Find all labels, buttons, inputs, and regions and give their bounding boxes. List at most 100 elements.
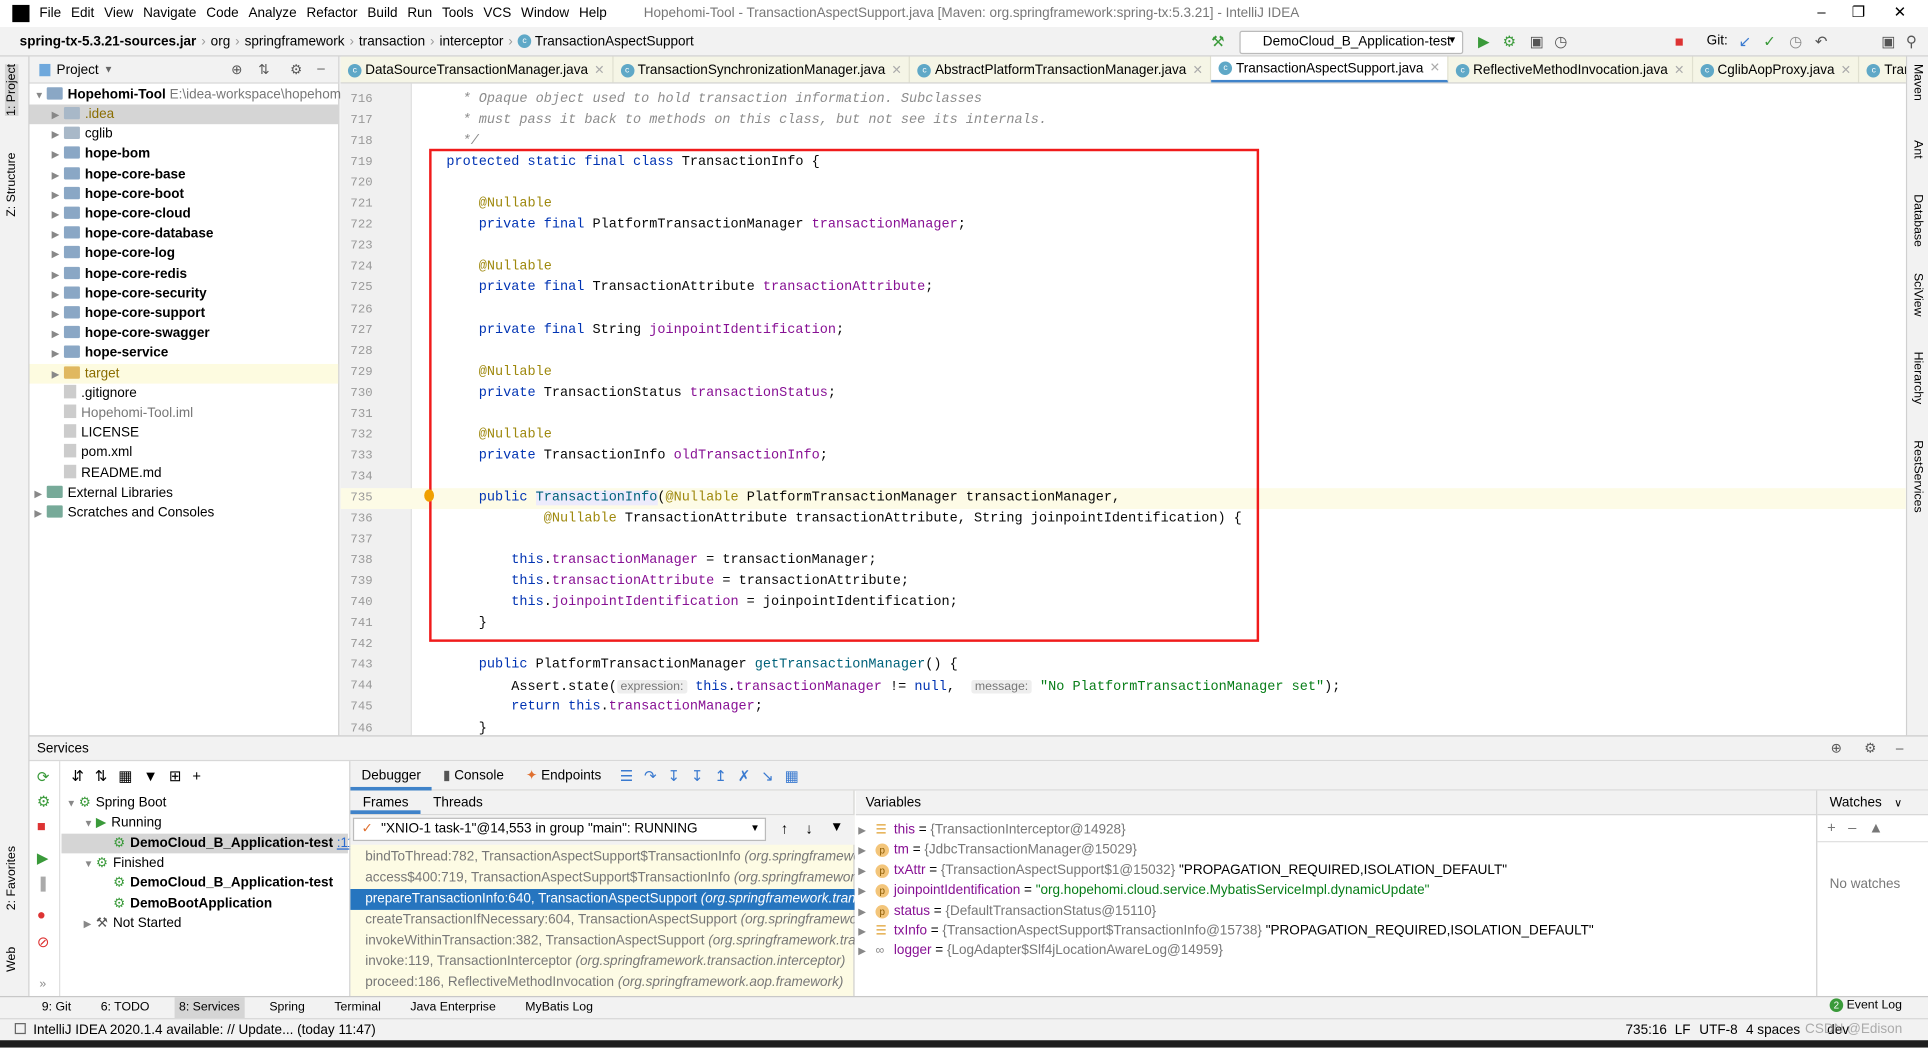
- coverage-icon[interactable]: ▣: [1530, 33, 1544, 50]
- services-tree-item[interactable]: ⚙ DemoCloud_B_Application-test:11: [61, 833, 355, 853]
- menu-item-build[interactable]: Build: [367, 6, 397, 21]
- layout-icon[interactable]: ▣: [1881, 33, 1895, 50]
- menu-item-run[interactable]: Run: [407, 6, 432, 21]
- rollback-icon[interactable]: ↶: [1815, 33, 1827, 50]
- rerun-icon[interactable]: ⚙: [37, 793, 50, 810]
- close-tab-icon[interactable]: ✕: [594, 63, 604, 77]
- hide-icon[interactable]: –: [1896, 741, 1904, 756]
- build-icon[interactable]: ⚒: [1211, 33, 1224, 50]
- chevron-down-icon[interactable]: ∨: [1894, 797, 1902, 809]
- group-icon[interactable]: ▦: [118, 767, 132, 784]
- tab-threads[interactable]: Threads: [421, 791, 495, 814]
- arrow-up-icon[interactable]: ↑: [781, 820, 788, 837]
- chevron-right-icon[interactable]: ▶: [858, 882, 870, 902]
- tool-tab-spring[interactable]: Spring: [264, 997, 309, 1019]
- chevron-right-icon[interactable]: ▶: [858, 821, 870, 841]
- tool-tab-ant[interactable]: Ant: [1911, 140, 1925, 158]
- variable-row[interactable]: ▶ ☰ txInfo = {TransactionAspectSupport$Tra…: [856, 921, 1593, 941]
- variable-row[interactable]: ▶ p tm = {JdbcTransactionManager@15029}: [856, 840, 1137, 860]
- collapse-all-icon[interactable]: ⇅: [95, 767, 107, 784]
- stop-icon[interactable]: ■: [1675, 33, 1684, 50]
- project-tree-item[interactable]: ▶ External Libraries: [30, 483, 339, 503]
- line-separator[interactable]: LF: [1675, 1019, 1691, 1041]
- variable-row[interactable]: ▶ ☰ this = {TransactionInterceptor@14928}: [856, 820, 1125, 841]
- close-button[interactable]: ✕: [1894, 4, 1906, 21]
- project-tree-item[interactable]: ▶ hope-core-log: [30, 244, 339, 264]
- event-log-button[interactable]: 2 Event Log: [1829, 998, 1902, 1012]
- menu-item-refactor[interactable]: Refactor: [306, 6, 357, 21]
- breadcrumb-item[interactable]: interceptor: [439, 34, 503, 49]
- tab-console[interactable]: ▮ Console: [432, 761, 515, 791]
- services-tree-item[interactable]: ▶ ⚒ Not Started: [61, 913, 347, 933]
- tool-tab-terminal[interactable]: Terminal: [329, 997, 385, 1019]
- chevron-right-icon[interactable]: ▶: [858, 842, 870, 862]
- project-tree-item[interactable]: ▶ hope-core-cloud: [30, 204, 339, 224]
- tool-tab-git[interactable]: 9: Git: [37, 997, 76, 1019]
- breakpoints-icon[interactable]: ●: [37, 906, 46, 923]
- tool-tab-services[interactable]: 8: Services: [174, 996, 245, 1019]
- stack-frame[interactable]: invokeWithinTransaction:382, Transaction…: [350, 931, 854, 952]
- watches-toolbar[interactable]: +–▲: [1817, 815, 1928, 843]
- debug-icon[interactable]: ⚙: [1503, 33, 1516, 50]
- tool-tab-sciview[interactable]: SciView: [1911, 273, 1925, 317]
- mute-breakpoints-icon[interactable]: ⊘: [37, 933, 49, 950]
- git-update-icon[interactable]: ↙: [1739, 33, 1751, 50]
- tab-frames[interactable]: Frames: [350, 791, 421, 814]
- project-tree-item[interactable]: README.md: [30, 463, 339, 483]
- project-tree-item[interactable]: ▶ target: [29, 363, 339, 384]
- tab-endpoints[interactable]: ✦ Endpoints: [515, 761, 612, 791]
- menu-item-navigate[interactable]: Navigate: [143, 6, 196, 21]
- gear-icon[interactable]: ⚙: [290, 61, 302, 78]
- filter-icon[interactable]: ▼: [143, 767, 158, 784]
- services-tree-item[interactable]: ▼ ⚙ Spring Boot: [61, 793, 347, 813]
- tool-tab-database[interactable]: Database: [1911, 194, 1925, 247]
- tree-root[interactable]: ▼ Hopehomi-Tool E:\idea-workspace\hopehom…: [30, 85, 344, 105]
- variable-row[interactable]: ▶ p joinpointIdentification = "org.hopehom…: [856, 881, 1429, 902]
- add-icon[interactable]: +: [192, 767, 201, 784]
- tab-transa[interactable]: cTransa: [1860, 57, 1906, 83]
- git-commit-icon[interactable]: ✓: [1763, 33, 1775, 50]
- run-config-select[interactable]: DemoCloud_B_Application-test ▼: [1239, 30, 1464, 55]
- pause-icon[interactable]: ❚: [37, 874, 49, 891]
- tab-reflectivemethodinvocation[interactable]: c ReflectiveMethodInvocation.java ✕: [1448, 56, 1693, 83]
- variable-row[interactable]: ▶ p status = {DefaultTransactionStatus@151…: [856, 901, 1156, 921]
- stack-frame[interactable]: access$400:719, TransactionAspectSupport…: [350, 868, 854, 889]
- menu-item-help[interactable]: Help: [579, 6, 607, 21]
- close-tab-icon[interactable]: ✕: [1674, 63, 1684, 77]
- project-tree-item[interactable]: ▶ hope-bom: [30, 144, 339, 164]
- stack-frame[interactable]: createTransactionIfNecessary:604, Transa…: [350, 910, 854, 931]
- tool-tab-structure[interactable]: Z: Structure: [5, 152, 19, 216]
- globe-icon[interactable]: ⊕: [1831, 740, 1842, 756]
- close-tab-icon[interactable]: ✕: [1430, 61, 1440, 75]
- gear-icon[interactable]: ⚙: [1864, 740, 1876, 756]
- code-editor[interactable]: 716 * Opaque object used to hold transac…: [340, 83, 1906, 736]
- project-tree-item[interactable]: ▶ hope-core-support: [30, 304, 339, 324]
- menu-item-window[interactable]: Window: [521, 6, 569, 21]
- locate-icon[interactable]: ⊕: [231, 61, 242, 78]
- tool-tab-project[interactable]: 1: Project: [4, 63, 19, 116]
- stop-icon[interactable]: ■: [37, 818, 46, 835]
- tool-tab-hierarchy[interactable]: Hierarchy: [1911, 352, 1925, 405]
- menu-item-code[interactable]: Code: [206, 6, 238, 21]
- menu-item-vcs[interactable]: VCS: [483, 6, 511, 21]
- tab-transactionsynchronizationmanager[interactable]: c TransactionSynchronizationManager.java ✕: [613, 56, 911, 83]
- lightbulb-icon[interactable]: [424, 489, 435, 502]
- expand-all-icon[interactable]: ⇵: [71, 767, 83, 784]
- stack-frame[interactable]: invoke:119, TransactionInterceptor (org.…: [350, 952, 854, 973]
- status-message[interactable]: IntelliJ IDEA 2020.1.4 available: // Upd…: [33, 1023, 376, 1038]
- project-view-select[interactable]: Project: [57, 62, 99, 77]
- stack-frame[interactable]: bindToThread:782, TransactionAspectSuppo…: [350, 847, 854, 868]
- minimize-button[interactable]: –: [1817, 4, 1825, 21]
- project-tree-item[interactable]: Hopehomi-Tool.iml: [30, 403, 339, 423]
- project-tree-item[interactable]: ▶ cglib: [30, 124, 339, 144]
- more-icon[interactable]: »: [39, 978, 46, 992]
- chevron-right-icon[interactable]: ▶: [858, 902, 870, 922]
- tool-tab-restservices[interactable]: RestServices: [1911, 440, 1925, 512]
- refresh-icon[interactable]: ⟳: [37, 769, 49, 786]
- tab-transactionaspectsupport[interactable]: c TransactionAspectSupport.java ✕: [1211, 56, 1449, 83]
- project-tree-item[interactable]: ▶ hope-core-swagger: [30, 324, 339, 344]
- stack-frame[interactable]: proceed:186, ReflectiveMethodInvocation …: [350, 973, 854, 994]
- menu-item-edit[interactable]: Edit: [71, 6, 94, 21]
- breadcrumb-item[interactable]: springframework: [245, 34, 345, 49]
- project-tree-item[interactable]: LICENSE: [30, 423, 339, 443]
